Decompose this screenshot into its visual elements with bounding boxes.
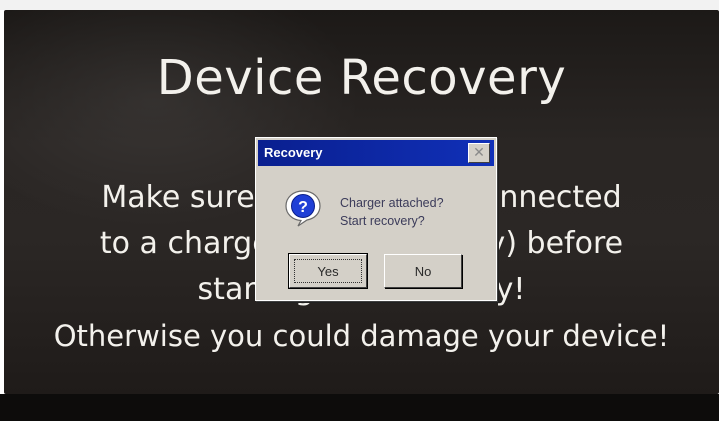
- dialog-title: Recovery: [264, 145, 323, 160]
- focus-rectangle: [294, 259, 362, 283]
- question-icon: ?: [285, 190, 321, 227]
- yes-button[interactable]: Yes: [288, 253, 368, 289]
- no-button-label: No: [414, 263, 432, 279]
- top-edge: [0, 0, 719, 10]
- photo-frame: Device Recovery Make sure the device is …: [0, 0, 719, 421]
- svg-text:?: ?: [298, 199, 308, 216]
- message-line-1: Charger attached?: [340, 196, 444, 210]
- screen-title: Device Recovery: [156, 50, 567, 106]
- dialog-message: Charger attached? Start recovery?: [340, 194, 490, 230]
- bottom-bezel: [0, 394, 719, 421]
- no-button[interactable]: No: [384, 254, 462, 288]
- message-line-2: Start recovery?: [340, 214, 425, 228]
- close-icon: ✕: [473, 145, 485, 161]
- close-button[interactable]: ✕: [468, 143, 490, 163]
- warning-line-4: Otherwise you could damage your device!: [53, 319, 670, 353]
- dialog-titlebar[interactable]: Recovery ✕: [258, 140, 494, 166]
- recovery-dialog: Recovery ✕ ? Charger attached? Start rec…: [255, 137, 497, 301]
